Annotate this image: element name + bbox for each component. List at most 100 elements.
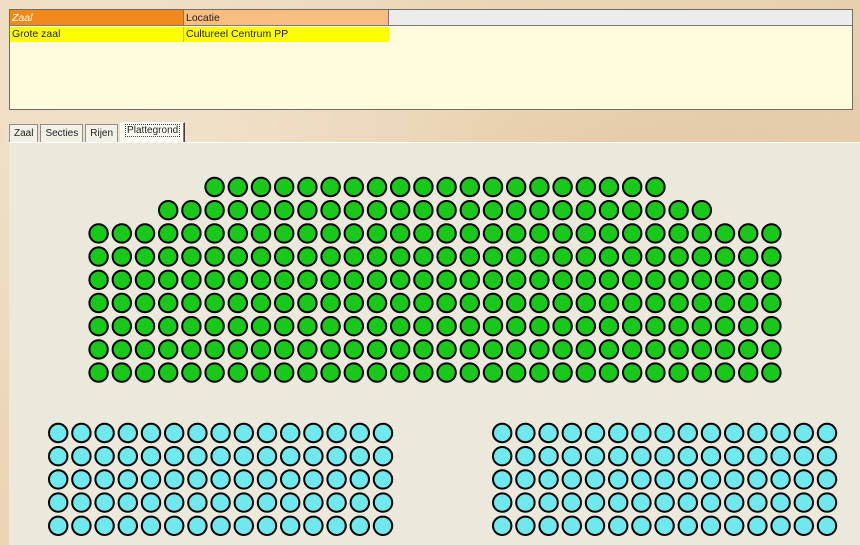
seat[interactable] xyxy=(210,422,231,444)
seat[interactable] xyxy=(645,269,666,291)
seat[interactable] xyxy=(714,292,736,314)
seat[interactable] xyxy=(227,269,249,291)
seat[interactable] xyxy=(88,246,109,267)
seat[interactable] xyxy=(668,246,689,267)
seat[interactable] xyxy=(320,362,341,383)
seat[interactable] xyxy=(343,316,364,337)
seat[interactable] xyxy=(274,223,295,244)
seat[interactable] xyxy=(654,422,675,444)
seat[interactable] xyxy=(761,246,782,267)
seat[interactable] xyxy=(529,362,550,383)
seat[interactable] xyxy=(274,362,295,383)
seat[interactable] xyxy=(747,469,768,490)
seat[interactable] xyxy=(140,446,162,467)
seat[interactable] xyxy=(134,316,156,337)
seat[interactable] xyxy=(677,515,698,536)
seat[interactable] xyxy=(538,422,559,444)
seat[interactable] xyxy=(482,292,504,314)
seat[interactable] xyxy=(538,515,559,536)
seat[interactable] xyxy=(552,269,573,291)
seat[interactable] xyxy=(250,176,272,198)
seat[interactable] xyxy=(390,199,411,221)
seat[interactable] xyxy=(714,339,736,360)
seat[interactable] xyxy=(724,492,745,513)
seat[interactable] xyxy=(181,362,202,383)
seat[interactable] xyxy=(320,292,341,314)
seat[interactable] xyxy=(320,176,341,198)
seat[interactable] xyxy=(575,176,596,198)
seat[interactable] xyxy=(598,223,620,244)
seat[interactable] xyxy=(366,316,388,337)
seat[interactable] xyxy=(816,515,838,536)
seat[interactable] xyxy=(506,292,527,314)
seat[interactable] xyxy=(724,469,745,490)
seat[interactable] xyxy=(210,446,231,467)
seat[interactable] xyxy=(366,246,388,267)
seat[interactable] xyxy=(390,316,411,337)
seat[interactable] xyxy=(140,492,162,513)
seat[interactable] xyxy=(668,269,689,291)
seat[interactable] xyxy=(506,362,527,383)
seat[interactable] xyxy=(233,469,255,490)
seat[interactable] xyxy=(250,199,272,221)
tab-zaal[interactable]: Zaal xyxy=(9,124,39,143)
seat[interactable] xyxy=(714,269,736,291)
seat[interactable] xyxy=(181,199,202,221)
seat[interactable] xyxy=(714,223,736,244)
seat[interactable] xyxy=(320,316,341,337)
seat[interactable] xyxy=(274,339,295,360)
seat[interactable] xyxy=(793,446,814,467)
seat[interactable] xyxy=(793,515,814,536)
seat[interactable] xyxy=(256,515,278,536)
seat[interactable] xyxy=(140,422,162,444)
seat[interactable] xyxy=(326,492,347,513)
seat[interactable] xyxy=(598,269,620,291)
seat[interactable] xyxy=(117,469,139,490)
seat[interactable] xyxy=(608,492,629,513)
seat[interactable] xyxy=(459,269,480,291)
seat[interactable] xyxy=(622,176,643,198)
seat[interactable] xyxy=(459,176,480,198)
seat[interactable] xyxy=(187,422,208,444)
seat[interactable] xyxy=(645,199,666,221)
tab-plattegrond[interactable]: Plattegrond xyxy=(120,122,186,143)
seat[interactable] xyxy=(164,446,185,467)
seat[interactable] xyxy=(343,269,364,291)
seat[interactable] xyxy=(48,515,69,536)
seat[interactable] xyxy=(436,292,457,314)
seat[interactable] xyxy=(598,176,620,198)
seat[interactable] xyxy=(181,246,202,267)
seat[interactable] xyxy=(349,492,370,513)
seat[interactable] xyxy=(482,339,504,360)
seat[interactable] xyxy=(227,223,249,244)
seat[interactable] xyxy=(668,292,689,314)
tab-rijen[interactable]: Rijen xyxy=(85,124,119,143)
seat[interactable] xyxy=(459,362,480,383)
seat[interactable] xyxy=(227,292,249,314)
seat[interactable] xyxy=(326,469,347,490)
seat[interactable] xyxy=(134,246,156,267)
column-header-zaal[interactable]: Zaal xyxy=(10,10,184,26)
seat[interactable] xyxy=(529,246,550,267)
seat[interactable] xyxy=(274,316,295,337)
seat[interactable] xyxy=(506,269,527,291)
seat[interactable] xyxy=(390,339,411,360)
seat[interactable] xyxy=(280,422,301,444)
seat[interactable] xyxy=(48,469,69,490)
seat[interactable] xyxy=(48,492,69,513)
seat[interactable] xyxy=(111,339,133,360)
seat[interactable] xyxy=(297,339,318,360)
seat[interactable] xyxy=(390,362,411,383)
seat[interactable] xyxy=(677,446,698,467)
seat[interactable] xyxy=(297,362,318,383)
seat[interactable] xyxy=(274,199,295,221)
seat[interactable] xyxy=(622,316,643,337)
seat[interactable] xyxy=(561,446,582,467)
seat[interactable] xyxy=(747,492,768,513)
seat[interactable] xyxy=(94,469,115,490)
seat[interactable] xyxy=(761,339,782,360)
seat[interactable] xyxy=(561,469,582,490)
seat[interactable] xyxy=(575,292,596,314)
cell-zaal[interactable]: Grote zaal xyxy=(10,27,184,42)
seat[interactable] xyxy=(210,469,231,490)
